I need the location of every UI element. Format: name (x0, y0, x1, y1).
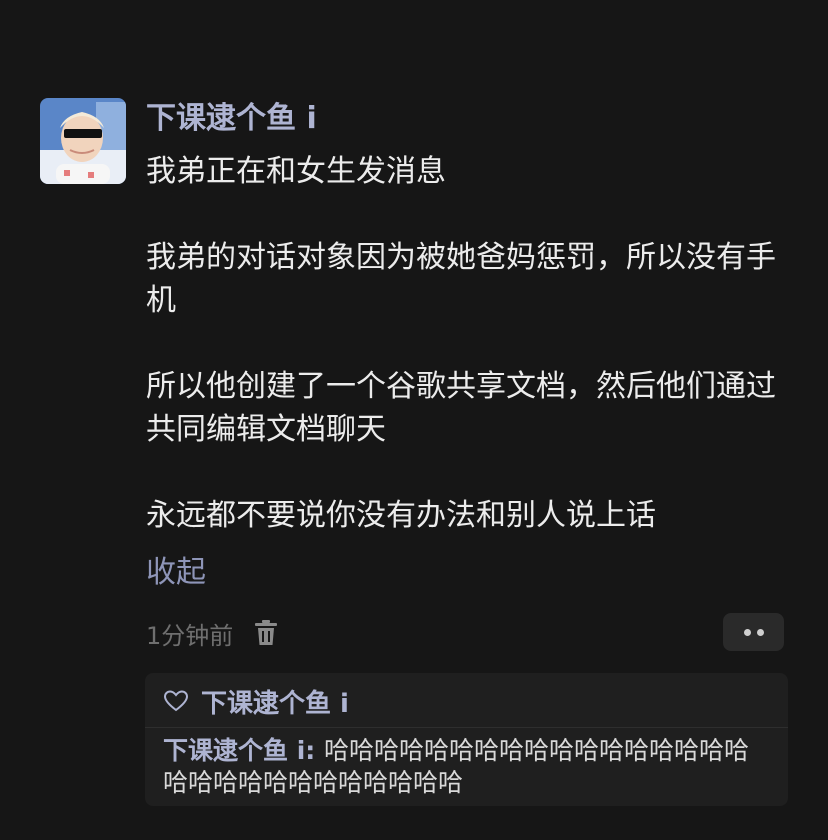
post-paragraph: 我弟的对话对象因为被她爸妈惩罚，所以没有手机 (146, 240, 776, 318)
post-paragraph: 所以他创建了一个谷歌共享文档，然后他们通过共同编辑文档聊天 (146, 369, 776, 447)
post-paragraph: 我弟正在和女生发消息 (146, 154, 446, 189)
dot (756, 628, 764, 636)
reply-author[interactable]: 下课逮个鱼 i (163, 736, 305, 765)
reply-comment[interactable]: 下课逮个鱼 i: 哈哈哈哈哈哈哈哈哈哈哈哈哈哈哈哈哈哈哈哈哈哈哈哈哈哈哈哈哈 (163, 735, 773, 799)
post-body: 我弟正在和女生发消息 我弟的对话对象因为被她爸妈惩罚，所以没有手机 所以他创建了… (146, 150, 786, 537)
avatar-image (40, 98, 126, 184)
collapse-button[interactable]: 收起 (146, 553, 206, 593)
dot (743, 628, 751, 636)
trash-icon[interactable] (253, 619, 279, 647)
avatar[interactable] (40, 98, 126, 184)
comment-area: 下课逮个鱼 i 下课逮个鱼 i: 哈哈哈哈哈哈哈哈哈哈哈哈哈哈哈哈哈哈哈哈哈哈哈… (145, 673, 788, 806)
heart-icon[interactable] (163, 689, 189, 713)
timestamp: 1分钟前 (146, 621, 234, 650)
divider (145, 727, 788, 728)
post-paragraph: 永远都不要说你没有办法和别人说上话 (146, 498, 656, 533)
likes-row: 下课逮个鱼 i (163, 683, 349, 719)
post-meta: 1分钟前 (146, 615, 279, 651)
more-dots-icon[interactable] (723, 613, 784, 651)
post-author[interactable]: 下课逮个鱼 i (146, 99, 317, 139)
like-user-name[interactable]: 下课逮个鱼 i (201, 683, 349, 720)
reply-separator: : (305, 736, 324, 765)
